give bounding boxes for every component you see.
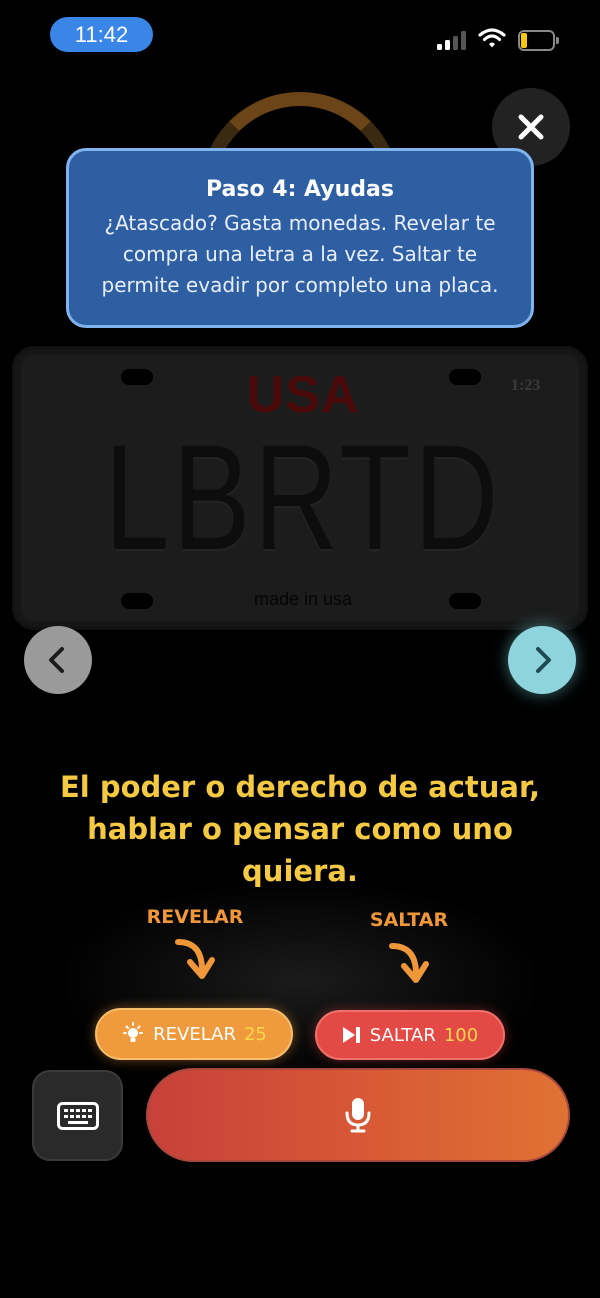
next-button[interactable]	[508, 626, 576, 694]
tooltip-body-line: ¿Atascado? Gasta monedas. Revelar te	[104, 211, 496, 235]
status-time: 11:42	[50, 17, 153, 52]
tooltip-body-line: permite evadir por completo una placa.	[101, 273, 499, 297]
clue-line: El poder o derecho de actuar,	[59, 770, 541, 804]
skip-cost: 100	[443, 1024, 479, 1046]
skip-hint-label: SALTAR	[369, 909, 449, 931]
plate-footer: made in usa	[253, 589, 353, 609]
reveal-cost: 25	[243, 1023, 267, 1045]
curved-arrow-down-icon	[175, 939, 215, 979]
license-plate: USA 1:23 LBRTD made in usa	[12, 346, 588, 630]
tooltip-body-line: compra una letra a la vez. Saltar te	[122, 242, 478, 266]
tooltip-title: Paso 4: Ayudas	[206, 177, 394, 202]
close-icon	[518, 114, 544, 140]
chevron-right-icon	[536, 647, 551, 673]
microphone-icon	[345, 1098, 371, 1133]
previous-button[interactable]	[24, 626, 92, 694]
plate-stamp: 1:23	[511, 377, 541, 394]
reveal-button-label: REVELAR	[153, 1023, 236, 1045]
clue-line: hablar o pensar como uno	[87, 812, 513, 846]
cellular-signal-icon	[437, 30, 469, 50]
tooltip-body: ¿Atascado? Gasta monedas. Revelar te com…	[69, 208, 531, 301]
microphone-button[interactable]	[146, 1068, 570, 1162]
keyboard-button[interactable]	[32, 1070, 123, 1161]
keyboard-icon	[56, 1101, 99, 1130]
skip-button[interactable]: SALTAR 100	[315, 1010, 505, 1060]
curved-arrow-down-icon	[389, 943, 429, 983]
skip-icon	[342, 1027, 360, 1043]
clue-text: El poder o derecho de actuar, hablar o p…	[40, 766, 560, 892]
reveal-button[interactable]: REVELAR 25	[95, 1008, 293, 1060]
plate-text: LBRTD	[104, 413, 502, 581]
reveal-hint-label: REVELAR	[146, 906, 244, 928]
wifi-icon	[478, 28, 506, 48]
lightbulb-icon	[123, 1022, 144, 1042]
chevron-left-icon	[49, 647, 64, 673]
battery-icon	[518, 30, 560, 51]
status-bar: 11:42	[0, 0, 600, 70]
skip-button-label: SALTAR	[369, 1024, 436, 1046]
tutorial-tooltip: Paso 4: Ayudas ¿Atascado? Gasta monedas.…	[66, 148, 534, 328]
